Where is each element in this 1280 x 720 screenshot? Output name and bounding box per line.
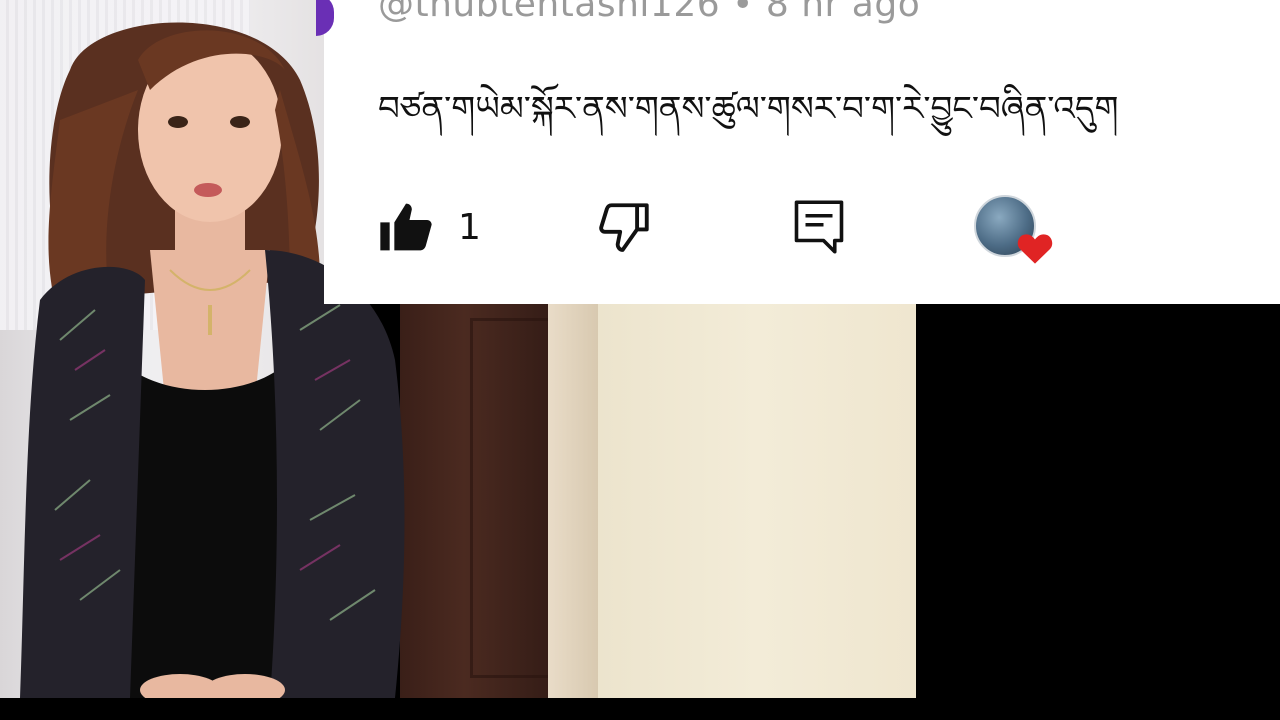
reply-comment-icon bbox=[794, 200, 844, 254]
author-avatar[interactable] bbox=[316, 0, 334, 36]
header-separator: • bbox=[732, 0, 754, 25]
comment-author[interactable]: @thubtentashi126 bbox=[378, 0, 720, 25]
dislike-button[interactable] bbox=[596, 197, 654, 257]
beige-wall bbox=[598, 304, 916, 698]
heart-icon bbox=[1017, 234, 1053, 264]
door-frame bbox=[548, 304, 598, 698]
comment-header: @thubtentashi126 • 8 hr ago bbox=[378, 0, 920, 34]
creator-heart[interactable] bbox=[974, 195, 1053, 264]
black-panel bbox=[916, 304, 1280, 698]
comment-time: 8 hr ago bbox=[765, 0, 921, 25]
comment-card: @thubtentashi126 • 8 hr ago བཙན་གཡེམ་སྐོར་… bbox=[316, 0, 1280, 304]
like-button[interactable]: 1 bbox=[378, 197, 481, 257]
reply-button[interactable] bbox=[792, 197, 846, 257]
thumbs-down-icon bbox=[599, 203, 649, 252]
like-count: 1 bbox=[458, 206, 481, 248]
comment-text: བཙན་གཡེམ་སྐོར་ནས་གནས་ཚུལ་གསར་བ་ག་རེ་བྱུང… bbox=[378, 89, 1119, 129]
creator-avatar bbox=[974, 195, 1053, 264]
thumbs-up-icon bbox=[380, 203, 432, 251]
